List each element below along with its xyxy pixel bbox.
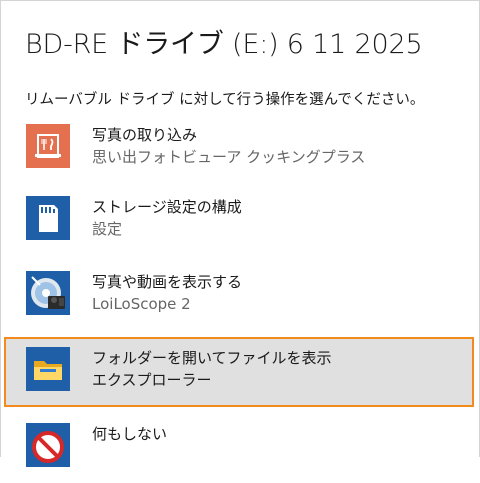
cooking-photo-app-icon bbox=[26, 124, 70, 168]
option-title: 写真の取り込み bbox=[92, 126, 198, 144]
folder-icon bbox=[26, 347, 70, 391]
option-title: ストレージ設定の構成 bbox=[92, 198, 242, 216]
option-subtitle: エクスプローラー bbox=[92, 371, 212, 389]
option-title: フォルダーを開いてファイルを表示 bbox=[92, 349, 332, 367]
option-import-photos[interactable]: 写真の取り込み 思い出フォトビューア クッキングプラス bbox=[4, 114, 474, 184]
option-view-media[interactable]: 写真や動画を表示する LoiLoScope 2 bbox=[4, 261, 474, 331]
option-title: 何もしない bbox=[92, 425, 168, 443]
no-action-icon bbox=[26, 423, 70, 467]
dialog-prompt: リムーバブル ドライブ に対して行う操作を選んでください。 bbox=[25, 92, 425, 108]
dialog-title: BD-RE ドライブ (E:) 6 11 2025 bbox=[25, 29, 423, 60]
option-subtitle: 思い出フォトビューア クッキングプラス bbox=[92, 148, 366, 166]
option-take-no-action[interactable]: 何もしない bbox=[4, 413, 474, 483]
sd-card-icon bbox=[26, 196, 70, 240]
loiloscope-icon bbox=[26, 271, 70, 315]
option-subtitle: 設定 bbox=[92, 220, 123, 238]
option-title: 写真や動画を表示する bbox=[92, 273, 243, 291]
option-open-folder[interactable]: フォルダーを開いてファイルを表示 エクスプローラー bbox=[4, 337, 474, 407]
option-subtitle: LoiLoScope 2 bbox=[92, 295, 191, 313]
option-storage-settings[interactable]: ストレージ設定の構成 設定 bbox=[4, 186, 474, 256]
